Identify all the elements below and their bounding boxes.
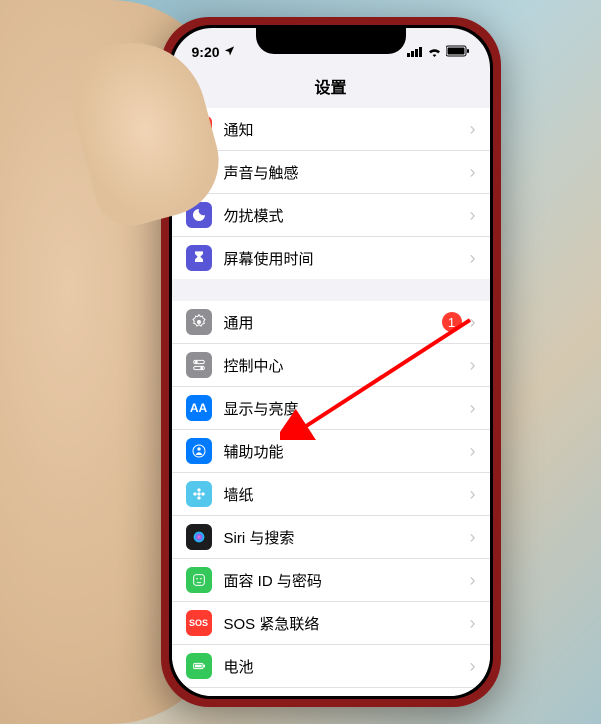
settings-group2: 通用1›控制中心›AA显示与亮度›辅助功能›墙纸›Siri 与搜索›面容 ID … <box>172 301 490 696</box>
status-time: 9:20 <box>192 44 220 60</box>
signal-icon <box>407 44 423 60</box>
settings-row-privacy[interactable]: 隐私› <box>172 688 490 696</box>
notification-badge: 1 <box>442 312 462 332</box>
row-label: 辅助功能 <box>224 441 470 462</box>
wifi-icon <box>427 44 442 60</box>
row-label: 墙纸 <box>224 484 470 505</box>
chevron-right-icon: › <box>470 656 476 677</box>
phone-screen: 9:20 设置 <box>172 28 490 696</box>
chevron-right-icon: › <box>470 162 476 183</box>
wallpaper-icon <box>186 481 212 507</box>
row-label: 屏幕使用时间 <box>224 248 470 269</box>
settings-row-siri[interactable]: Siri 与搜索› <box>172 516 490 559</box>
settings-row-wallpaper[interactable]: 墙纸› <box>172 473 490 516</box>
accessibility-icon <box>186 438 212 464</box>
settings-row-general[interactable]: 通用1 › <box>172 301 490 344</box>
settings-row-display[interactable]: AA 显示与亮度› <box>172 387 490 430</box>
chevron-right-icon: › <box>470 355 476 376</box>
settings-row-sos[interactable]: SOS SOS 紧急联络› <box>172 602 490 645</box>
row-label: 声音与触感 <box>224 162 470 183</box>
chevron-right-icon: › <box>470 205 476 226</box>
settings-row-notifications[interactable]: 通知› <box>172 108 490 151</box>
row-label: 电池 <box>224 656 470 677</box>
siri-icon <box>186 524 212 550</box>
settings-row-screentime[interactable]: 屏幕使用时间› <box>172 237 490 279</box>
settings-row-faceid[interactable]: 面容 ID 与密码› <box>172 559 490 602</box>
general-icon <box>186 309 212 335</box>
row-label: Siri 与搜索 <box>224 527 470 548</box>
row-label: 勿扰模式 <box>224 205 470 226</box>
chevron-right-icon: › <box>470 527 476 548</box>
notch <box>256 28 406 54</box>
chevron-right-icon: › <box>470 119 476 140</box>
row-label: 控制中心 <box>224 355 470 376</box>
phone-frame: 9:20 设置 <box>161 17 501 707</box>
chevron-right-icon: › <box>470 570 476 591</box>
settings-row-accessibility[interactable]: 辅助功能› <box>172 430 490 473</box>
row-label: 通用 <box>224 312 442 333</box>
chevron-right-icon: › <box>470 613 476 634</box>
row-label: 面容 ID 与密码 <box>224 570 470 591</box>
battery-icon <box>446 44 470 60</box>
settings-row-dnd[interactable]: 勿扰模式› <box>172 194 490 237</box>
chevron-right-icon: › <box>470 248 476 269</box>
control-center-icon <box>186 352 212 378</box>
battery-icon <box>186 653 212 679</box>
chevron-right-icon: › <box>470 441 476 462</box>
settings-row-sounds[interactable]: 声音与触感› <box>172 151 490 194</box>
chevron-right-icon: › <box>470 312 476 333</box>
page-title: 设置 <box>172 68 490 108</box>
chevron-right-icon: › <box>470 398 476 419</box>
settings-row-battery[interactable]: 电池› <box>172 645 490 688</box>
settings-group1: 通知›声音与触感›勿扰模式›屏幕使用时间› <box>172 108 490 279</box>
row-label: 显示与亮度 <box>224 398 470 419</box>
display-icon: AA <box>186 395 212 421</box>
sos-icon: SOS <box>186 610 212 636</box>
location-icon <box>224 45 235 59</box>
settings-row-control-center[interactable]: 控制中心› <box>172 344 490 387</box>
row-label: 通知 <box>224 119 470 140</box>
screentime-icon <box>186 245 212 271</box>
row-label: SOS 紧急联络 <box>224 613 470 634</box>
group-separator <box>172 279 490 301</box>
chevron-right-icon: › <box>470 484 476 505</box>
faceid-icon <box>186 567 212 593</box>
